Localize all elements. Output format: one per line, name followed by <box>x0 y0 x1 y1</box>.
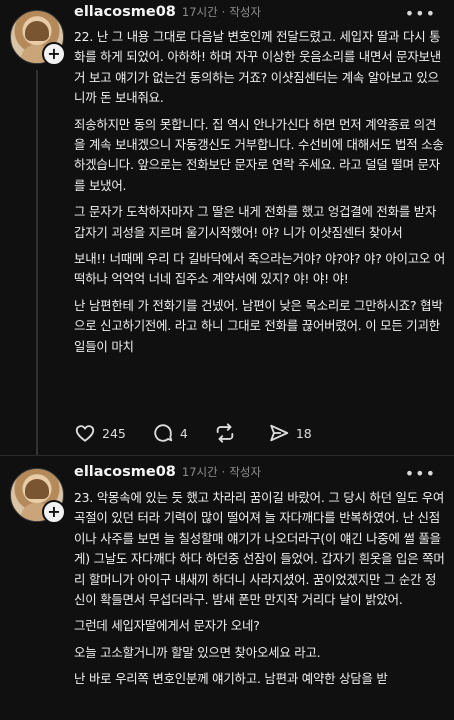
comment-icon <box>154 424 173 442</box>
post-body: 23. 악몽속에 있는 듯 했고 차라리 꿈이길 바랐어. 그 당시 하던 일도… <box>74 488 446 696</box>
post-header: ellacosme08 17시간 · 작성자 <box>74 464 262 480</box>
comment-count: 4 <box>179 425 188 441</box>
post-paragraph: 죄송하지만 동의 못합니다. 집 역시 안나가신다 하면 먼저 계약종료 의견을… <box>74 116 444 193</box>
post-paragraph: 23. 악몽속에 있는 듯 했고 차라리 꿈이길 바랐어. 그 당시 하던 일도… <box>74 490 445 608</box>
post-time: 17시간 <box>181 465 218 479</box>
post-time: 17시간 <box>181 5 218 19</box>
avatar-wrap[interactable]: + <box>10 468 66 524</box>
username[interactable]: ellacosme08 <box>74 4 176 20</box>
share-count: 18 <box>295 425 312 441</box>
repost-icon <box>216 423 234 443</box>
share-button[interactable]: 18 <box>268 422 312 444</box>
more-options-icon[interactable]: ••• <box>405 4 436 23</box>
thread-line <box>36 70 38 455</box>
follow-plus-icon[interactable]: + <box>42 42 66 66</box>
comment-button[interactable]: 4 <box>152 422 188 444</box>
like-count: 245 <box>102 425 126 441</box>
post-paragraph: 난 남편한테 가 전화기를 건넸어. 남편이 낮은 목소리로 그만하시죠? 협박… <box>74 297 443 354</box>
post-paragraph: 22. 난 그 내용 그대로 다음날 변호인께 전달드렸고. 세입자 딸과 다시… <box>74 29 441 106</box>
like-button[interactable]: 245 <box>74 422 126 444</box>
post-paragraph: 그런데 세입자딸에게서 문자가 오네? <box>74 618 260 634</box>
repost-button[interactable] <box>214 422 242 444</box>
author-tag: 작성자 <box>229 465 262 479</box>
author-tag: 작성자 <box>229 5 262 19</box>
post-divider <box>0 455 454 456</box>
more-options-icon[interactable]: ••• <box>405 464 436 483</box>
post-paragraph: 보내!! 너때메 우리 다 길바닥에서 죽으라는거야? 야?야? 야? 아이고오… <box>74 251 446 287</box>
post-body: 22. 난 그 내용 그대로 다음날 변호인께 전달드렸고. 세입자 딸과 다시… <box>74 27 446 363</box>
send-icon <box>270 424 288 442</box>
post-paragraph: 그 문자가 도착하자마자 그 딸은 내게 전화를 했고 엉겁결에 전화를 받자 … <box>74 204 437 240</box>
heart-icon <box>75 425 95 442</box>
post-actions: 245 4 18 <box>74 422 338 444</box>
avatar-wrap[interactable]: + <box>10 10 66 66</box>
username[interactable]: ellacosme08 <box>74 464 176 480</box>
post-paragraph: 오늘 고소할거니까 할말 있으면 찾아오세요 라고. <box>74 644 321 660</box>
post-header: ellacosme08 17시간 · 작성자 <box>74 4 262 20</box>
follow-plus-icon[interactable]: + <box>42 500 66 524</box>
post-paragraph: 난 바로 우리쪽 변호인분께 얘기하고. 남편과 예약한 상담을 받 <box>74 671 388 687</box>
